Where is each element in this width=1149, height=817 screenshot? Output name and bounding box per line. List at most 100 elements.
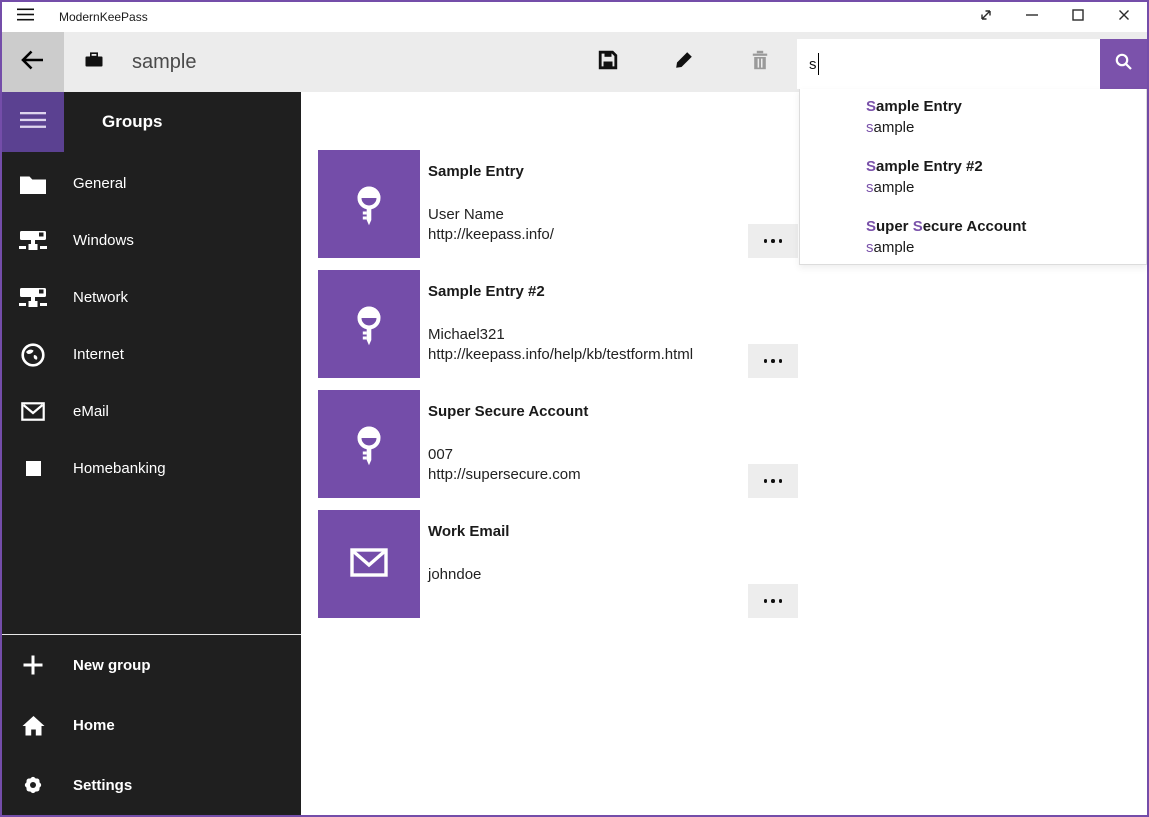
suggestion-title: Sample Entry: [866, 97, 1146, 116]
back-arrow-icon: [19, 48, 47, 77]
suggestion-super-secure-account[interactable]: Super Secure Account sample: [866, 217, 1146, 265]
entry-tile: [318, 390, 420, 498]
square-icon: [2, 461, 64, 476]
entry-row-super-secure-account[interactable]: Super Secure Account 007 http://supersec…: [318, 390, 798, 498]
sidebar-item-label: Internet: [73, 346, 124, 363]
search-icon: [1114, 52, 1134, 77]
entry-text: Super Secure Account 007 http://supersec…: [428, 390, 588, 498]
edit-button[interactable]: [660, 32, 708, 92]
entry-more-button[interactable]: [748, 344, 798, 378]
ellipsis-icon: [764, 599, 768, 603]
close-button[interactable]: [1101, 2, 1147, 32]
entry-username: Michael321: [428, 325, 693, 345]
entry-text: Sample Entry User Name http://keepass.in…: [428, 150, 554, 258]
sidebar-item-general[interactable]: General: [2, 155, 301, 212]
entry-title: Sample Entry #2: [428, 282, 693, 301]
back-button[interactable]: [2, 32, 64, 92]
group-list: General Windows Network: [2, 155, 301, 497]
sidebar-item-homebanking[interactable]: Homebanking: [2, 440, 301, 497]
entry-username: User Name: [428, 205, 554, 225]
suggestion-title: Super Secure Account: [866, 217, 1146, 236]
network-icon: [2, 230, 64, 252]
fullscreen-icon: [976, 5, 996, 30]
suggestion-subtitle: sample: [866, 178, 1146, 197]
entry-text: Sample Entry #2 Michael321 http://keepas…: [428, 270, 693, 378]
entry-tile: [318, 270, 420, 378]
suggestion-subtitle: sample: [866, 238, 1146, 257]
database-title: sample: [132, 51, 196, 74]
key-icon: [345, 298, 393, 351]
home-button[interactable]: Home: [2, 695, 301, 755]
suggestion-subtitle: sample: [866, 118, 1146, 137]
command-bar: sample s: [2, 32, 1147, 92]
entry-username: 007: [428, 445, 588, 465]
maximize-icon: [1068, 5, 1088, 30]
settings-button[interactable]: Settings: [2, 755, 301, 815]
sidebar-item-label: Settings: [73, 777, 132, 794]
entry-url: http://keepass.info/help/kb/testform.htm…: [428, 345, 693, 365]
titlebar-menu-button[interactable]: [2, 2, 48, 32]
sidebar-item-email[interactable]: eMail: [2, 383, 301, 440]
sidebar-item-label: Windows: [73, 232, 134, 249]
minimize-icon: [1022, 5, 1042, 30]
suggestion-sample-entry-2[interactable]: Sample Entry #2 sample: [866, 157, 1146, 217]
delete-icon: [750, 50, 770, 75]
sidebar-item-label: Homebanking: [73, 460, 166, 477]
new-group-button[interactable]: New group: [2, 635, 301, 695]
entry-row-sample-entry-2[interactable]: Sample Entry #2 Michael321 http://keepas…: [318, 270, 798, 378]
app-title: ModernKeePass: [59, 10, 148, 24]
save-icon: [598, 50, 618, 75]
hamburger-icon: [20, 111, 46, 134]
entry-row-sample-entry[interactable]: Sample Entry User Name http://keepass.in…: [318, 150, 798, 258]
sidebar-item-internet[interactable]: Internet: [2, 326, 301, 383]
sidebar-item-label: Network: [73, 289, 128, 306]
entry-more-button[interactable]: [748, 464, 798, 498]
database-icon: [85, 52, 103, 72]
close-icon: [1114, 5, 1134, 30]
sidebar-spacer: [2, 497, 301, 634]
key-icon: [345, 178, 393, 231]
sidebar-item-label: New group: [73, 657, 151, 674]
hamburger-icon: [17, 8, 34, 26]
save-button[interactable]: [584, 32, 632, 92]
gear-icon: [2, 774, 64, 796]
delete-button[interactable]: [736, 32, 784, 92]
maximize-button[interactable]: [1055, 2, 1101, 32]
folder-icon: [2, 173, 64, 195]
text-caret: [818, 53, 819, 75]
pane-toggle-button[interactable]: [2, 92, 64, 152]
sidebar-item-label: General: [73, 175, 126, 192]
database-title-group: sample: [85, 32, 196, 92]
mail-icon: [345, 538, 393, 591]
mail-icon: [2, 402, 64, 421]
plus-icon: [2, 654, 64, 676]
suggestion-sample-entry[interactable]: Sample Entry sample: [866, 97, 1146, 157]
search-input[interactable]: s: [797, 39, 1100, 89]
window-controls: [963, 2, 1147, 32]
search-suggestions: Sample Entry sample Sample Entry #2 samp…: [799, 89, 1147, 265]
entry-row-work-email[interactable]: Work Email johndoe: [318, 510, 798, 618]
network-icon: [2, 287, 64, 309]
minimize-button[interactable]: [1009, 2, 1055, 32]
ellipsis-icon: [764, 359, 768, 363]
app-window: ModernKeePass: [0, 0, 1149, 817]
sidebar-item-windows[interactable]: Windows: [2, 212, 301, 269]
titlebar: ModernKeePass: [2, 2, 1147, 32]
entry-username: johndoe: [428, 565, 509, 585]
suggestion-title: Sample Entry #2: [866, 157, 1146, 176]
sidebar-item-label: Home: [73, 717, 115, 734]
entry-url: http://supersecure.com: [428, 465, 588, 485]
ellipsis-icon: [764, 239, 768, 243]
entry-more-button[interactable]: [748, 584, 798, 618]
sidebar-actions: New group Home Settings: [2, 635, 301, 815]
edit-icon: [674, 50, 694, 75]
fullscreen-button[interactable]: [963, 2, 1009, 32]
search-button[interactable]: [1100, 39, 1147, 89]
sidebar-item-network[interactable]: Network: [2, 269, 301, 326]
entry-more-button[interactable]: [748, 224, 798, 258]
key-icon: [345, 418, 393, 471]
sidebar-header: Groups: [2, 92, 301, 152]
home-icon: [2, 715, 64, 736]
toolbar: [584, 32, 784, 92]
entry-title: Sample Entry: [428, 162, 554, 181]
